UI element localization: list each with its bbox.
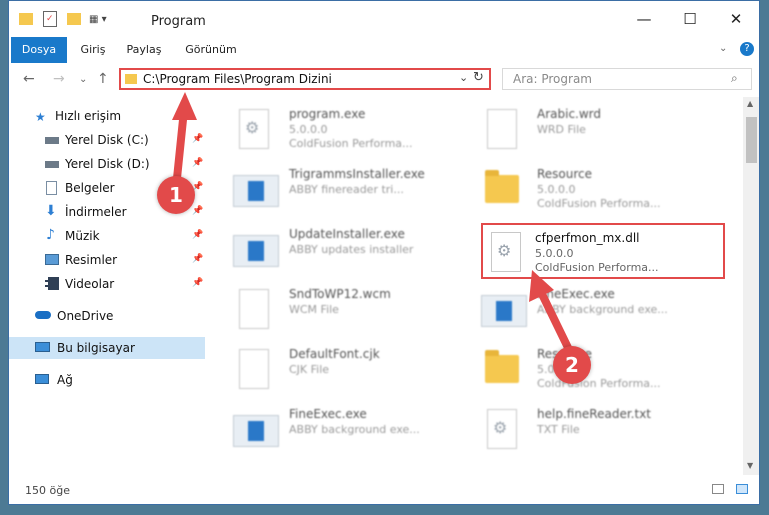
- annotation-arrows: [172, 92, 578, 364]
- step-1-badge: 1: [157, 176, 195, 214]
- arrow-1-head: [172, 92, 197, 120]
- step-2-badge: 2: [553, 346, 591, 384]
